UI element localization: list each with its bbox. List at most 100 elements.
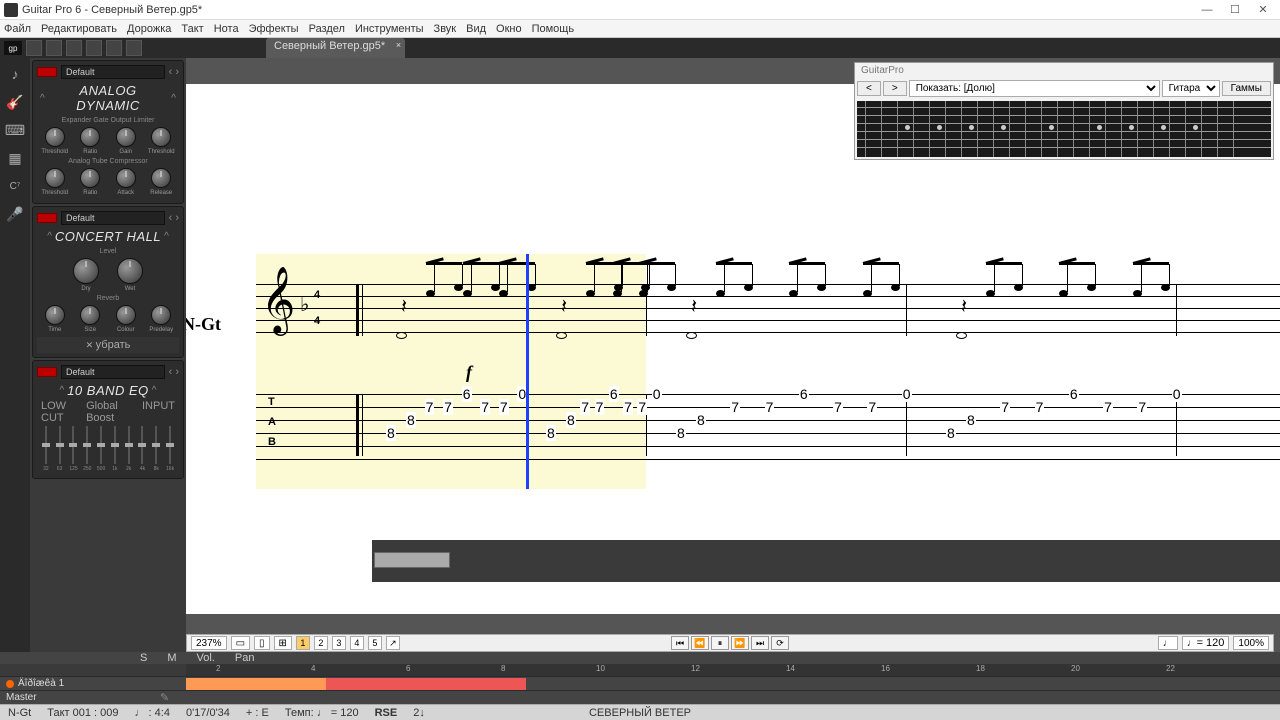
tool-open[interactable]	[46, 40, 62, 56]
page-button[interactable]: 4	[350, 636, 364, 650]
menu-effects[interactable]: Эффекты	[249, 23, 299, 35]
fx-preset-select[interactable]: Default	[61, 211, 165, 225]
master-row[interactable]: Master ✎	[0, 690, 1280, 704]
eq-slider-thumb[interactable]	[69, 443, 77, 447]
knob-predelay[interactable]	[151, 305, 171, 325]
note-tool-icon[interactable]: ♪	[5, 64, 25, 84]
eq-slider-thumb[interactable]	[97, 443, 105, 447]
knob-threshold2[interactable]	[151, 127, 171, 147]
knob-ratio2[interactable]	[80, 168, 100, 188]
fret-instrument-select[interactable]: Гитара	[1162, 80, 1220, 97]
fx-power-button[interactable]	[37, 213, 57, 223]
menu-section[interactable]: Раздел	[309, 23, 345, 35]
view-mode-button[interactable]: ⊞	[274, 636, 292, 650]
page-button[interactable]: 3	[332, 636, 346, 650]
knob-size[interactable]	[80, 305, 100, 325]
mini-region[interactable]	[374, 552, 450, 568]
score-canvas[interactable]: N-Gt 𝄞 ♭ 44 𝄽𝄽𝄽𝄽 f	[186, 84, 1280, 614]
eq-slider-thumb[interactable]	[56, 443, 64, 447]
mini-timeline[interactable]	[372, 540, 1280, 582]
metronome-button[interactable]: ♩	[1158, 636, 1178, 650]
eq-slider-thumb[interactable]	[152, 443, 160, 447]
knob-wet[interactable]	[117, 258, 143, 284]
chevron-up-icon: ^	[44, 231, 55, 242]
fx-preset-select[interactable]: Default	[61, 65, 165, 79]
document-tab[interactable]: Северный Ветер.gp5* ×	[266, 38, 405, 58]
menu-sound[interactable]: Звук	[434, 23, 457, 35]
guitar-tool-icon[interactable]: 🎸	[5, 92, 25, 112]
keyboard-tool-icon[interactable]: ⌨	[5, 120, 25, 140]
fx-concert-hall: Default ‹ › ^ CONCERT HALL ^ Level Dry W…	[32, 206, 184, 358]
tool-undo[interactable]	[106, 40, 122, 56]
tool-new[interactable]	[26, 40, 42, 56]
barline	[906, 394, 907, 456]
menu-bar[interactable]: Такт	[181, 23, 203, 35]
page-button[interactable]: 1	[296, 636, 310, 650]
eq-slider-thumb[interactable]	[83, 443, 91, 447]
view-mode-button[interactable]: ▯	[254, 636, 270, 650]
track-region-active[interactable]	[186, 678, 326, 690]
tool-redo[interactable]	[126, 40, 142, 56]
menu-window[interactable]: Окно	[496, 23, 522, 35]
fret-show-select[interactable]: Показать: [Долю]	[909, 80, 1160, 97]
knob-time[interactable]	[45, 305, 65, 325]
rewind-start-button[interactable]: ⏮	[671, 636, 689, 650]
menu-tools[interactable]: Инструменты	[355, 23, 424, 35]
fx-power-button[interactable]	[37, 367, 57, 377]
fret-scales-button[interactable]: Гаммы	[1222, 81, 1271, 96]
track-label: N-Gt	[186, 314, 221, 335]
knob-release[interactable]	[151, 168, 171, 188]
mic-tool-icon[interactable]: 🎤	[5, 204, 25, 224]
knob-threshold3[interactable]	[45, 168, 65, 188]
page-button[interactable]: 2	[314, 636, 328, 650]
eq-slider-thumb[interactable]	[111, 443, 119, 447]
remove-button[interactable]: ✕ убрать	[37, 337, 179, 353]
knob-threshold[interactable]	[45, 127, 65, 147]
tempo-display[interactable]: ♩ = 120	[1182, 636, 1230, 650]
menu-view[interactable]: Вид	[466, 23, 486, 35]
tool-save[interactable]	[66, 40, 82, 56]
minimize-button[interactable]: —	[1194, 2, 1220, 18]
page-button[interactable]: 5	[368, 636, 382, 650]
track-name: Äîðîæêà 1	[0, 678, 120, 689]
forward-button[interactable]: ⏩	[731, 636, 749, 650]
time-signature: 44	[314, 282, 320, 334]
forward-end-button[interactable]: ⏭	[751, 636, 769, 650]
fretboard-display[interactable]: document.write(Array.from({length:24},(_…	[857, 101, 1271, 157]
chevron-up-icon: ^	[168, 93, 179, 104]
page-next-button[interactable]: ↗	[386, 636, 400, 650]
edit-icon[interactable]: ✎	[160, 691, 169, 704]
pause-button[interactable]: ⏸	[711, 636, 729, 650]
timeline-ruler[interactable]: const mks=["2","4","6","8","10","12","14…	[186, 664, 1280, 676]
tab-close-icon[interactable]: ×	[396, 40, 401, 50]
zoom-display[interactable]: 237%	[191, 636, 227, 650]
eq-slider-thumb[interactable]	[138, 443, 146, 447]
knob-gain[interactable]	[116, 127, 136, 147]
menu-edit[interactable]: Редактировать	[41, 23, 117, 35]
knob-colour[interactable]	[116, 305, 136, 325]
speed-display[interactable]: 100%	[1233, 636, 1269, 650]
menu-note[interactable]: Нота	[214, 23, 239, 35]
knob-attack[interactable]	[116, 168, 136, 188]
maximize-button[interactable]: ☐	[1222, 2, 1248, 18]
fret-next-button[interactable]: >	[883, 81, 907, 96]
chord-tool-icon[interactable]: C⁷	[5, 176, 25, 196]
menu-help[interactable]: Помощь	[532, 23, 575, 35]
drums-tool-icon[interactable]: ▦	[5, 148, 25, 168]
fx-power-button[interactable]	[37, 67, 57, 77]
view-mode-button[interactable]: ▭	[231, 636, 250, 650]
close-button[interactable]: ✕	[1250, 2, 1276, 18]
rewind-button[interactable]: ⏪	[691, 636, 709, 650]
tool-print[interactable]	[86, 40, 102, 56]
fx-preset-select[interactable]: Default	[61, 365, 165, 379]
eq-slider-thumb[interactable]	[166, 443, 174, 447]
menu-file[interactable]: Файл	[4, 23, 31, 35]
loop-button[interactable]: ⟳	[771, 636, 789, 650]
eq-slider-thumb[interactable]	[125, 443, 133, 447]
track-row[interactable]: Äîðîæêà 1	[0, 676, 1280, 690]
knob-dry[interactable]	[73, 258, 99, 284]
knob-ratio[interactable]	[80, 127, 100, 147]
menu-track[interactable]: Дорожка	[127, 23, 171, 35]
eq-slider-thumb[interactable]	[42, 443, 50, 447]
fret-prev-button[interactable]: <	[857, 81, 881, 96]
